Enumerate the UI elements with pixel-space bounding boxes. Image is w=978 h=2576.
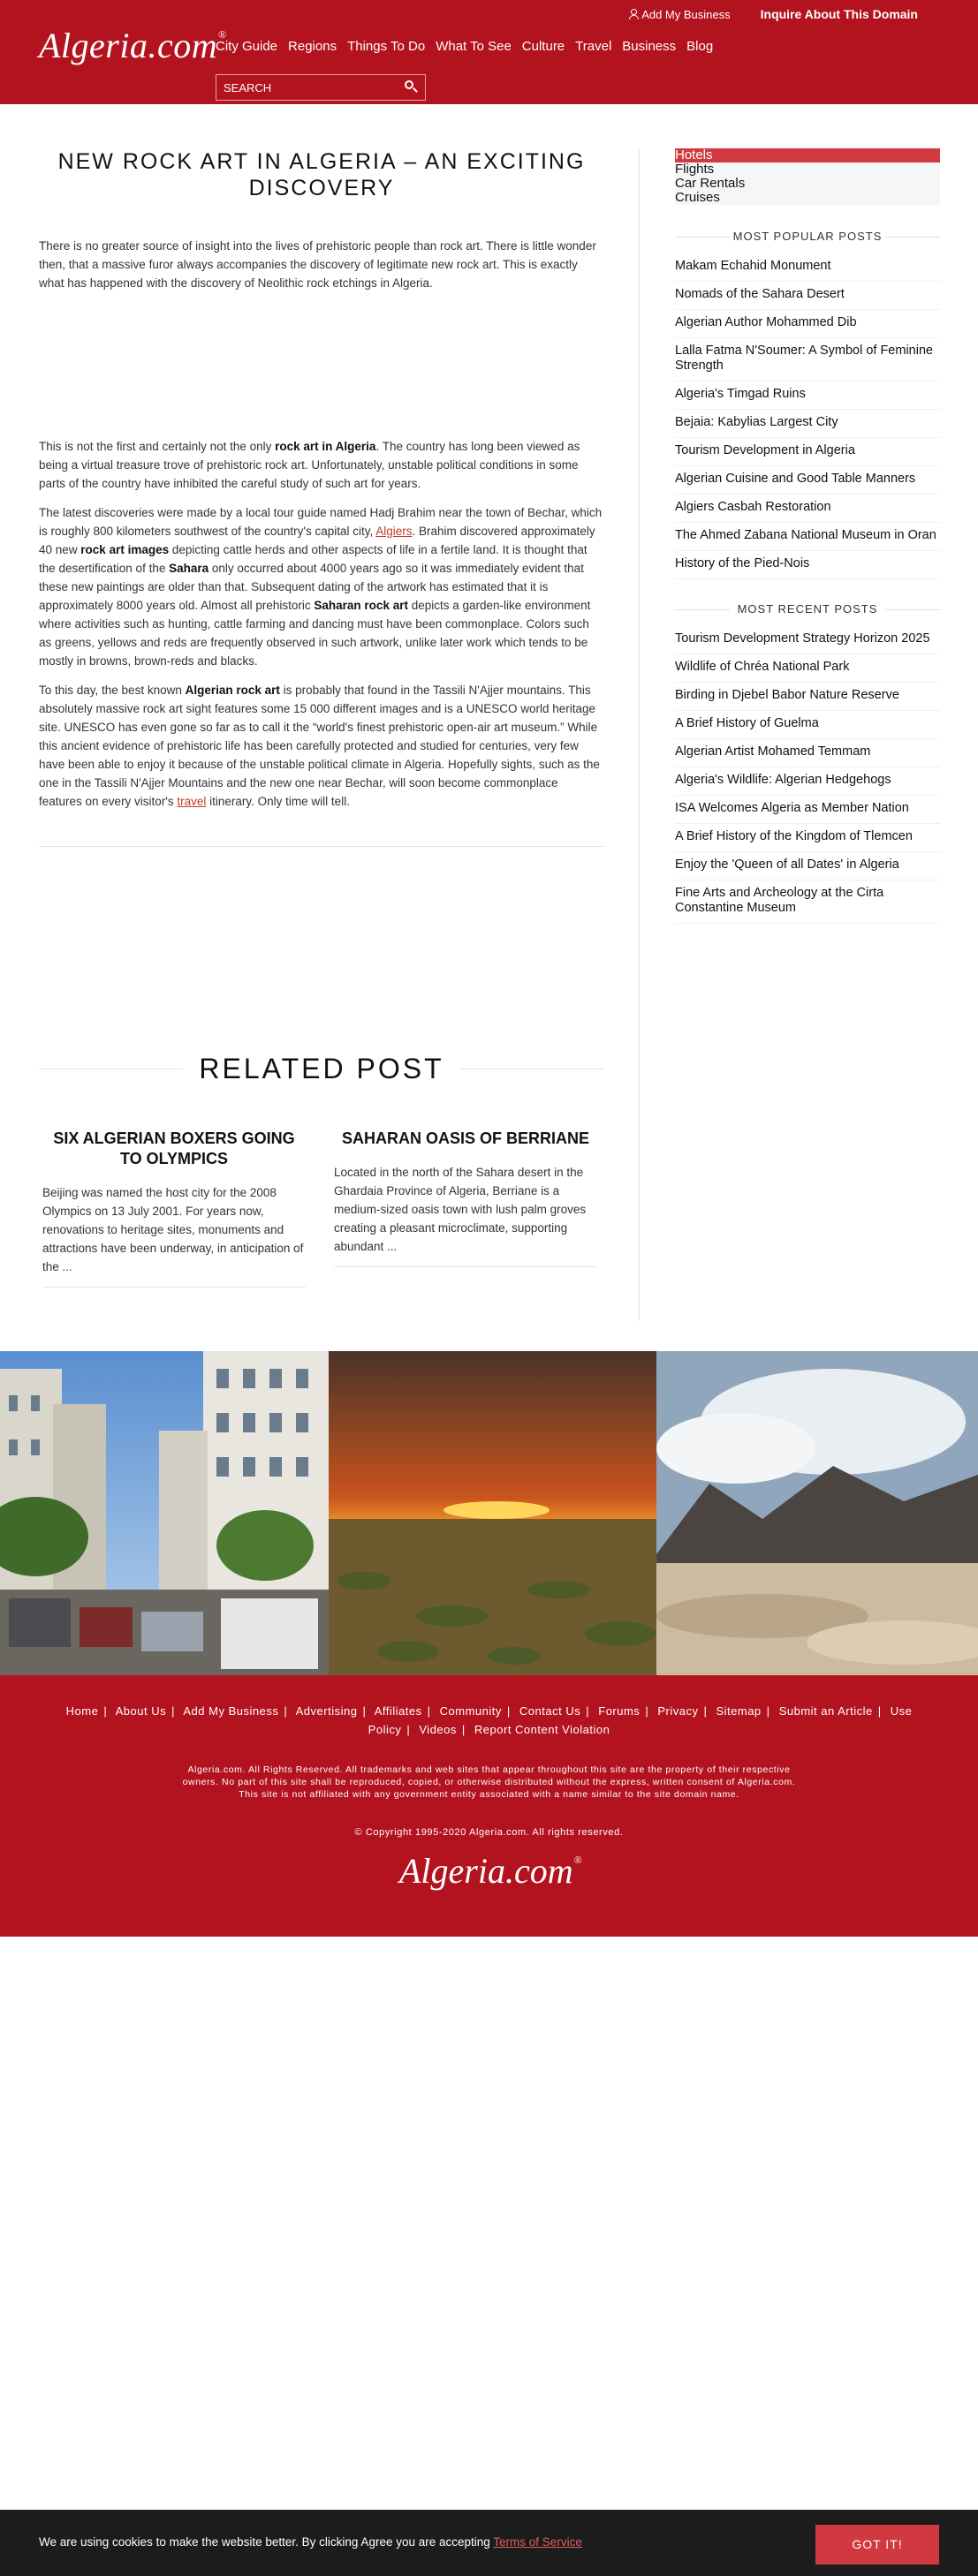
algiers-link[interactable]: Algiers	[375, 525, 412, 538]
related-post-title[interactable]: SAHARAN OASIS OF BERRIANE	[334, 1129, 597, 1149]
footer-link-advertising[interactable]: Advertising	[296, 1704, 358, 1718]
photo-city-street[interactable]	[0, 1351, 329, 1675]
popular-post[interactable]: The Ahmed Zabana National Museum in Oran	[675, 523, 940, 551]
recent-post[interactable]: Wildlife of Chréa National Park	[675, 654, 940, 683]
article: NEW ROCK ART IN ALGERIA – AN EXCITING DI…	[39, 132, 604, 847]
travel-link[interactable]: travel	[177, 795, 206, 808]
popular-posts-list: Makam Echahid Monument Nomads of the Sah…	[675, 253, 940, 579]
article-paragraph-3: The latest discoveries were made by a lo…	[39, 506, 603, 668]
nav-regions[interactable]: Regions	[288, 39, 337, 54]
cookie-text: We are using cookies to make the website…	[39, 2535, 582, 2549]
related-heading: RELATED POST	[39, 1053, 604, 1085]
category-hotels[interactable]: Hotels	[675, 148, 940, 162]
photo-desert-mountains[interactable]	[656, 1351, 978, 1675]
site-logo[interactable]: Algeria.com®	[39, 25, 226, 66]
search-box	[216, 74, 426, 101]
popular-post[interactable]: Nomads of the Sahara Desert	[675, 282, 940, 310]
popular-post[interactable]: Tourism Development in Algeria	[675, 438, 940, 466]
nav-city-guide[interactable]: City Guide	[216, 39, 277, 54]
category-cruises[interactable]: Cruises	[675, 191, 940, 205]
article-paragraph-4: To this day, the best known Algerian roc…	[39, 684, 600, 808]
search-icon[interactable]	[405, 80, 417, 93]
recent-post[interactable]: Birding in Djebel Babor Nature Reserve	[675, 683, 940, 711]
article-paragraph-2: This is not the first and certainly not …	[39, 440, 580, 490]
recent-post[interactable]: A Brief History of the Kingdom of Tlemce…	[675, 824, 940, 852]
related-post-excerpt: Located in the north of the Sahara deser…	[334, 1166, 587, 1253]
recent-post[interactable]: A Brief History of Guelma	[675, 711, 940, 739]
add-business-link[interactable]: Add My Business	[628, 8, 731, 21]
top-links: Add My Business Inquire About This Domai…	[628, 7, 918, 21]
related-post-title[interactable]: SIX ALGERIAN BOXERS GOING TO OLYMPICS	[42, 1129, 306, 1169]
article-paragraph-1: There is no greater source of insight in…	[39, 239, 596, 290]
related-post-card: SAHARAN OASIS OF BERRIANE Located in the…	[334, 1129, 597, 1267]
popular-post[interactable]: Bejaia: Kabylias Largest City	[675, 410, 940, 438]
site-header: Algeria.com® Add My Business Inquire Abo…	[0, 0, 978, 104]
recent-post[interactable]: Algerian Artist Mohamed Temmam	[675, 739, 940, 767]
footer-copyright: © Copyright 1995-2020 Algeria.com. All r…	[354, 1827, 624, 1838]
popular-posts-heading: MOST POPULAR POSTS	[675, 230, 940, 243]
recent-post[interactable]: Algeria's Wildlife: Algerian Hedgehogs	[675, 767, 940, 796]
main-nav: City Guide Regions Things To Do What To …	[216, 39, 713, 54]
recent-post[interactable]: Fine Arts and Archeology at the Cirta Co…	[675, 880, 940, 924]
inquire-domain-link[interactable]: Inquire About This Domain	[761, 7, 918, 21]
column-divider	[639, 150, 640, 1321]
footer-link-contact[interactable]: Contact Us	[519, 1704, 580, 1718]
sidebar: Hotels Flights Car Rentals Cruises MOST …	[675, 148, 940, 924]
recent-posts-heading: MOST RECENT POSTS	[675, 602, 940, 616]
category-car-rentals[interactable]: Car Rentals	[675, 177, 940, 191]
footer-link-privacy[interactable]: Privacy	[657, 1704, 698, 1718]
popular-post[interactable]: Algiers Casbah Restoration	[675, 495, 940, 523]
popular-post[interactable]: Algerian Author Mohammed Dib	[675, 310, 940, 338]
recent-post[interactable]: Enjoy the 'Queen of all Dates' in Algeri…	[675, 852, 940, 880]
photo-desert-sunset[interactable]	[329, 1351, 656, 1675]
site-footer: Home | About Us | Add My Business | Adverti…	[0, 1675, 978, 1937]
footer-link-about[interactable]: About Us	[116, 1704, 166, 1718]
recent-post[interactable]: ISA Welcomes Algeria as Member Nation	[675, 796, 940, 824]
popular-post[interactable]: Algerian Cuisine and Good Table Manners	[675, 466, 940, 495]
popular-post[interactable]: History of the Pied-Nois	[675, 551, 940, 579]
nav-travel[interactable]: Travel	[575, 39, 611, 54]
footer-link-add-business[interactable]: Add My Business	[183, 1704, 278, 1718]
footer-link-forums[interactable]: Forums	[598, 1704, 640, 1718]
cookie-banner: We are using cookies to make the website…	[0, 2510, 978, 2576]
person-icon	[628, 9, 640, 19]
footer-link-affiliates[interactable]: Affiliates	[375, 1704, 422, 1718]
accept-cookies-button[interactable]: GOT IT!	[815, 2525, 939, 2565]
footer-link-home[interactable]: Home	[66, 1704, 99, 1718]
related-divider	[334, 1266, 597, 1267]
popular-post[interactable]: Lalla Fatma N'Soumer: A Symbol of Femini…	[675, 338, 940, 381]
nav-blog[interactable]: Blog	[686, 39, 713, 54]
footer-link-sitemap[interactable]: Sitemap	[716, 1704, 761, 1718]
search-input[interactable]	[216, 75, 407, 100]
article-divider	[39, 846, 604, 847]
footer-link-submit-article[interactable]: Submit an Article	[779, 1704, 873, 1718]
footer-links: Home | About Us | Add My Business | Adverti…	[65, 1704, 913, 1736]
nav-culture[interactable]: Culture	[522, 39, 565, 54]
related-post-excerpt: Beijing was named the host city for the …	[42, 1186, 304, 1273]
nav-business[interactable]: Business	[622, 39, 676, 54]
related-post-card: SIX ALGERIAN BOXERS GOING TO OLYMPICS Be…	[42, 1129, 306, 1288]
footer-link-report-violation[interactable]: Report Content Violation	[474, 1723, 610, 1736]
footer-notice: Algeria.com. All Rights Reserved. All tr…	[182, 1764, 796, 1800]
footer-link-community[interactable]: Community	[440, 1704, 502, 1718]
related-divider	[42, 1287, 306, 1288]
category-flights[interactable]: Flights	[675, 162, 940, 177]
popular-post[interactable]: Algeria's Timgad Ruins	[675, 381, 940, 410]
popular-post[interactable]: Makam Echahid Monument	[675, 253, 940, 282]
nav-what-to-see[interactable]: What To See	[436, 39, 512, 54]
recent-posts-list: Tourism Development Strategy Horizon 202…	[675, 626, 940, 924]
terms-of-service-link[interactable]: Terms of Service	[493, 2535, 582, 2549]
nav-things-to-do[interactable]: Things To Do	[347, 39, 425, 54]
recent-post[interactable]: Tourism Development Strategy Horizon 202…	[675, 626, 940, 654]
article-title: NEW ROCK ART IN ALGERIA – AN EXCITING DI…	[57, 149, 586, 200]
footer-link-videos[interactable]: Videos	[419, 1723, 457, 1736]
footer-logo[interactable]: Algeria.com®	[399, 1850, 582, 1892]
